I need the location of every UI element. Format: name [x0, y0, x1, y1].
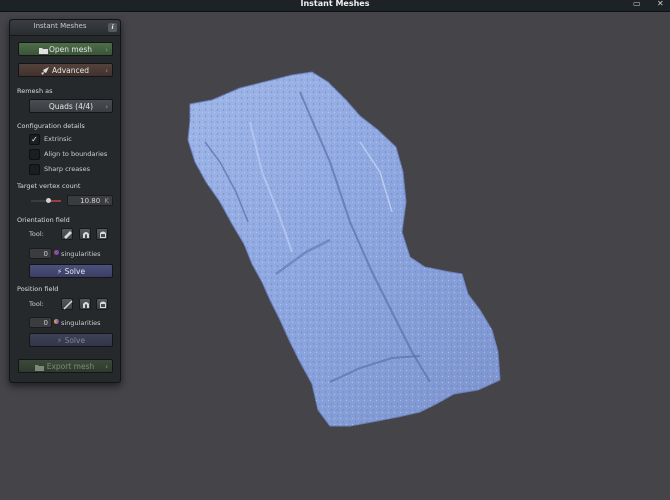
- instant-meshes-panel: Instant Meshes i Open mesh › Advanced › …: [9, 19, 121, 383]
- remesh-section-label: Remesh as: [17, 87, 53, 95]
- target-vertex-unit: K: [104, 197, 109, 205]
- window-title: Instant Meshes: [300, 0, 370, 8]
- extrinsic-label: Extrinsic: [44, 135, 72, 143]
- maximize-icon[interactable]: ▭: [633, 0, 641, 8]
- chevron-right-icon: ›: [105, 46, 108, 54]
- attractor-icon: [83, 232, 89, 238]
- position-section-label: Position field: [17, 285, 59, 293]
- orientation-solve-label: Solve: [64, 267, 86, 276]
- orientation-brush-tool[interactable]: [96, 228, 108, 240]
- brush-icon: [100, 301, 106, 308]
- orientation-singularities-count: 0: [29, 248, 52, 259]
- line-tool-icon: [63, 300, 73, 310]
- position-solve-button[interactable]: ⚡ Solve: [29, 333, 113, 347]
- export-mesh-label: Export mesh: [46, 362, 95, 371]
- position-line-tool[interactable]: [61, 298, 73, 310]
- position-singularities-label: singularities: [61, 319, 101, 327]
- advanced-label: Advanced: [51, 66, 90, 75]
- singularity-color-icon: [54, 319, 59, 324]
- target-vertex-section-label: Target vertex count: [17, 182, 81, 190]
- chevron-right-icon: ›: [105, 67, 108, 75]
- title-bar: Instant Meshes ▭ ✕: [0, 0, 670, 12]
- sharp-creases-checkbox[interactable]: [29, 164, 40, 175]
- orientation-attractor-tool[interactable]: [79, 228, 91, 240]
- singularity-color-icon: [54, 250, 59, 255]
- attractor-icon: [83, 302, 89, 308]
- bolt-icon: ⚡: [56, 267, 63, 276]
- chevron-right-icon: ›: [105, 363, 108, 371]
- extrinsic-checkbox[interactable]: ✓: [29, 134, 40, 145]
- bolt-icon: ⚡: [56, 336, 63, 345]
- orientation-solve-button[interactable]: ⚡ Solve: [29, 264, 113, 278]
- align-boundaries-checkbox[interactable]: [29, 149, 40, 160]
- checkmark-icon: ✓: [31, 135, 38, 144]
- export-mesh-button[interactable]: Export mesh ›: [18, 359, 113, 373]
- orientation-singularities-label: singularities: [61, 250, 101, 258]
- target-vertex-value: 10.80: [80, 197, 101, 205]
- position-singularities-value: 0: [43, 319, 48, 327]
- vertex-slider-track[interactable]: [31, 198, 61, 203]
- target-vertex-input[interactable]: 10.80 K: [67, 195, 113, 206]
- config-section-label: Configuration details: [17, 122, 85, 130]
- orientation-tool-label: Tool:: [29, 230, 44, 238]
- panel-title: Instant Meshes: [33, 22, 87, 30]
- position-attractor-tool[interactable]: [79, 298, 91, 310]
- open-mesh-button[interactable]: Open mesh ›: [18, 42, 113, 56]
- export-icon: [35, 365, 44, 371]
- brush-icon: [100, 231, 106, 238]
- vertex-slider-handle[interactable]: [46, 198, 51, 203]
- position-tool-label: Tool:: [29, 300, 44, 308]
- advanced-button[interactable]: Advanced ›: [18, 63, 113, 77]
- folder-icon: [39, 48, 48, 54]
- position-brush-tool[interactable]: [96, 298, 108, 310]
- position-solve-label: Solve: [64, 336, 86, 345]
- rocket-icon: [41, 67, 49, 75]
- chevron-right-icon: ›: [105, 103, 108, 111]
- orientation-comb-tool[interactable]: [61, 228, 73, 240]
- comb-icon: [64, 231, 72, 239]
- orientation-singularities-value: 0: [43, 250, 48, 258]
- remesh-value: Quads (4/4): [48, 102, 94, 111]
- align-boundaries-label: Align to boundaries: [44, 150, 108, 158]
- info-icon[interactable]: i: [108, 23, 117, 32]
- panel-header[interactable]: Instant Meshes i: [10, 20, 120, 36]
- sharp-creases-label: Sharp creases: [44, 165, 90, 173]
- close-icon[interactable]: ✕: [657, 0, 664, 8]
- position-singularities-count: 0: [29, 317, 52, 328]
- remesh-dropdown[interactable]: Quads (4/4) ›: [29, 99, 113, 113]
- orientation-section-label: Orientation field: [17, 216, 70, 224]
